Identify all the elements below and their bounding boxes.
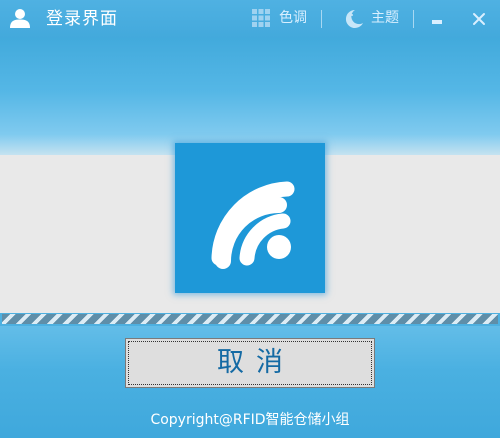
theme-button[interactable]: 主题: [343, 7, 405, 29]
header-gradient: [0, 38, 500, 158]
color-tone-label: 色调: [279, 10, 307, 26]
login-window: 登录界面 色调 主题 取消 Copyright@RFID智能仓储小组: [0, 0, 500, 438]
theme-label: 主题: [371, 10, 399, 26]
grid-icon: [251, 8, 271, 35]
loading-progress-bar: [2, 314, 498, 324]
cancel-button[interactable]: 取消: [125, 338, 375, 388]
close-icon: [468, 13, 490, 34]
moon-icon: [343, 8, 365, 37]
window-title: 登录界面: [46, 9, 118, 29]
titlebar-divider: [413, 10, 414, 28]
copyright-text: Copyright@RFID智能仓储小组: [150, 412, 350, 428]
minimize-button[interactable]: [426, 9, 448, 29]
close-button[interactable]: [468, 8, 490, 30]
title-bar[interactable]: 登录界面 色调 主题: [0, 0, 500, 38]
progress-fill: [2, 314, 498, 324]
user-icon: [9, 7, 31, 29]
color-tone-button[interactable]: 色调: [251, 7, 313, 29]
titlebar-divider: [321, 10, 322, 28]
cancel-button-label: 取消: [217, 347, 295, 378]
app-logo: [175, 143, 325, 293]
